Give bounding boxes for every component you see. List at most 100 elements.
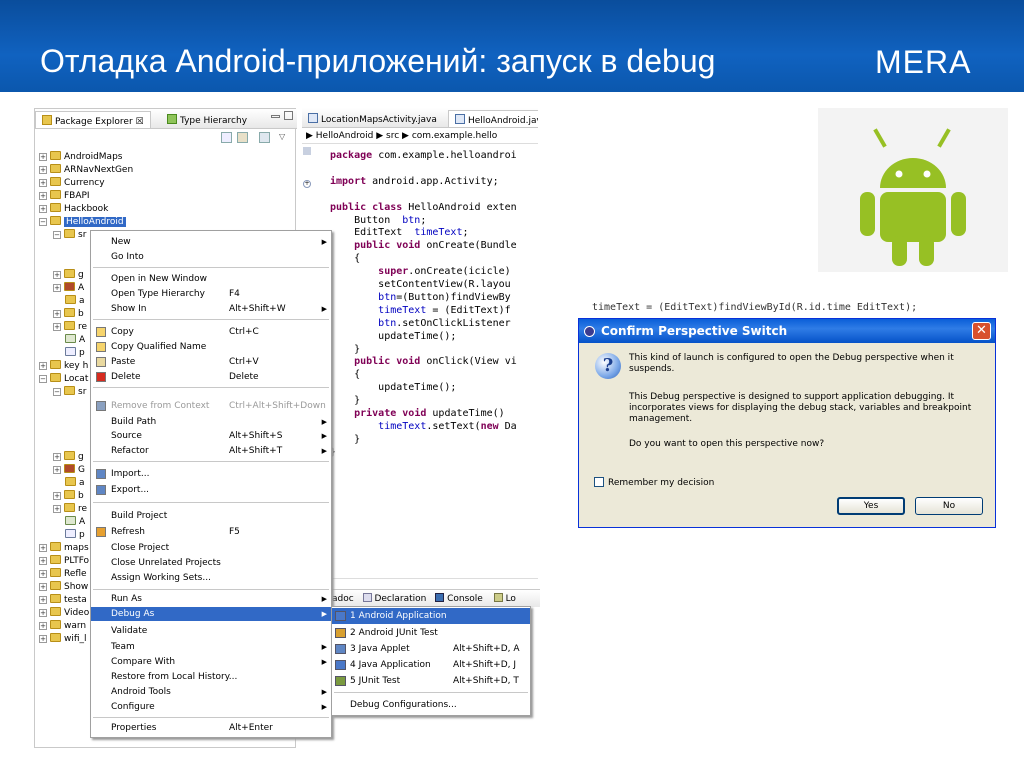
expand-icon[interactable]: +	[39, 557, 47, 565]
menu-item-remove-from-context[interactable]: Remove from Context Ctrl+Alt+Shift+Down	[91, 399, 331, 413]
collapse-icon[interactable]: −	[39, 375, 47, 383]
collapse-all-icon[interactable]	[221, 132, 232, 143]
debug-as-item-3-java-applet[interactable]: 3 Java Applet Alt+Shift+D, A	[332, 641, 530, 657]
menu-item-refactor[interactable]: Refactor Alt+Shift+T ▶	[91, 444, 331, 458]
menu-item-restore-from-local-history[interactable]: Restore from Local History...	[91, 670, 331, 684]
close-icon[interactable]: ✕	[972, 322, 991, 340]
expand-icon[interactable]: +	[39, 166, 47, 174]
tree-item[interactable]: + re	[53, 503, 87, 515]
debug-as-item-2-android-junit-test[interactable]: 2 Android JUnit Test	[332, 625, 530, 641]
code-area[interactable]: package com.example.helloandroi import an…	[302, 145, 538, 505]
tree-item[interactable]: a	[65, 295, 85, 307]
close-icon[interactable]: ☒	[136, 117, 144, 127]
collapse-icon[interactable]: −	[39, 218, 47, 226]
tree-item[interactable]: + g	[53, 269, 84, 281]
tree-item[interactable]: + Video	[39, 607, 89, 619]
tree-item[interactable]: + A	[53, 282, 84, 294]
menu-item-delete[interactable]: Delete Delete	[91, 370, 331, 384]
menu-item-copy-qualified-name[interactable]: Copy Qualified Name	[91, 340, 331, 354]
tree-item[interactable]: + warn	[39, 620, 86, 632]
menu-item-source[interactable]: Source Alt+Shift+S ▶	[91, 429, 331, 443]
menu-item-new[interactable]: New ▶	[91, 235, 331, 249]
checkbox-box[interactable]	[594, 477, 604, 487]
menu-item-refresh[interactable]: Refresh F5	[91, 525, 331, 539]
tab-package-explorer[interactable]: Package Explorer ☒	[35, 111, 151, 128]
tab-type-hierarchy[interactable]: Type Hierarchy	[161, 111, 253, 128]
expand-icon[interactable]: +	[39, 179, 47, 187]
expand-icon[interactable]: +	[53, 466, 61, 474]
view-menu-icon[interactable]	[259, 132, 270, 143]
expand-icon[interactable]: +	[53, 323, 61, 331]
tree-item[interactable]: + maps	[39, 542, 89, 554]
tree-item[interactable]: + g	[53, 451, 84, 463]
tree-item[interactable]: + ARNavNextGen	[39, 164, 133, 176]
menu-item-import[interactable]: Import...	[91, 467, 331, 481]
menu-item-open-type-hierarchy[interactable]: Open Type Hierarchy F4	[91, 287, 331, 301]
tree-item[interactable]: + re	[53, 321, 87, 333]
menu-item-build-project[interactable]: Build Project	[91, 509, 331, 523]
collapse-icon[interactable]: −	[53, 388, 61, 396]
tab-logcat[interactable]: Lo	[506, 594, 516, 604]
debug-as-item-5-junit-test[interactable]: 5 JUnit Test Alt+Shift+D, T	[332, 673, 530, 689]
tree-item[interactable]: + Currency	[39, 177, 105, 189]
tab-location-maps-activity[interactable]: LocationMapsActivity.java	[302, 110, 443, 127]
menu-item-go-into[interactable]: Go Into	[91, 250, 331, 264]
breadcrumb[interactable]: ▶ HelloAndroid ▶ src ▶ com.example.hello	[302, 128, 538, 144]
menu-item-build-path[interactable]: Build Path ▶	[91, 415, 331, 429]
tab-declaration[interactable]: Declaration	[374, 594, 426, 604]
tree-item[interactable]: + Hackbook	[39, 203, 108, 215]
menu-item-open-in-new-window[interactable]: Open in New Window	[91, 272, 331, 286]
tree-item[interactable]: + key h	[39, 360, 88, 372]
expand-icon[interactable]: +	[39, 635, 47, 643]
menu-item-validate[interactable]: Validate	[91, 624, 331, 638]
expand-icon[interactable]: +	[39, 583, 47, 591]
tree-item[interactable]: − Locat	[39, 373, 88, 385]
expand-icon[interactable]: +	[39, 596, 47, 604]
menu-item-paste[interactable]: Paste Ctrl+V	[91, 355, 331, 369]
expand-icon[interactable]: +	[39, 205, 47, 213]
tab-hello-android[interactable]: HelloAndroid.java	[448, 110, 538, 127]
menu-item-properties[interactable]: Properties Alt+Enter	[91, 721, 331, 735]
expand-icon[interactable]: +	[53, 310, 61, 318]
tree-item[interactable]: + Show	[39, 581, 88, 593]
link-editor-icon[interactable]	[237, 132, 248, 143]
tree-item[interactable]: − sr	[53, 229, 86, 241]
menu-item-debug-as[interactable]: Debug As ▶	[91, 607, 331, 621]
tree-item[interactable]: A	[65, 516, 85, 528]
expand-icon[interactable]: +	[39, 622, 47, 630]
collapse-icon[interactable]: −	[53, 231, 61, 239]
menu-item-configure[interactable]: Configure ▶	[91, 700, 331, 714]
debug-as-item-debug-configurations[interactable]: Debug Configurations...	[332, 697, 530, 713]
menu-item-android-tools[interactable]: Android Tools ▶	[91, 685, 331, 699]
expand-icon[interactable]: +	[39, 609, 47, 617]
dropdown-icon[interactable]: ▽	[279, 132, 290, 143]
menu-item-close-project[interactable]: Close Project	[91, 541, 331, 555]
tree-item[interactable]: p	[65, 347, 85, 359]
menu-item-copy[interactable]: Copy Ctrl+C	[91, 325, 331, 339]
remember-decision-checkbox[interactable]: Remember my decision	[594, 477, 714, 488]
expand-icon[interactable]: +	[53, 284, 61, 292]
tree-item[interactable]: + Refle	[39, 568, 87, 580]
tab-javadoc[interactable]: adoc	[332, 594, 354, 604]
menu-item-export[interactable]: Export...	[91, 483, 331, 497]
tree-item[interactable]: + G	[53, 464, 85, 476]
expand-icon[interactable]: +	[39, 362, 47, 370]
expand-icon[interactable]: +	[39, 153, 47, 161]
menu-item-assign-working-sets[interactable]: Assign Working Sets...	[91, 571, 331, 585]
tree-item[interactable]: + b	[53, 308, 84, 320]
tree-item[interactable]: + wifi_l	[39, 633, 87, 645]
tree-item[interactable]: + PLTFo	[39, 555, 89, 567]
menu-item-compare-with[interactable]: Compare With ▶	[91, 655, 331, 669]
expand-icon[interactable]: +	[53, 492, 61, 500]
expand-icon[interactable]: +	[39, 192, 47, 200]
tree-item[interactable]: + b	[53, 490, 84, 502]
yes-button[interactable]: Yes	[837, 497, 905, 515]
minimize-icon[interactable]	[271, 115, 280, 118]
tree-item[interactable]: + testa	[39, 594, 87, 606]
expand-icon[interactable]: +	[53, 271, 61, 279]
maximize-icon[interactable]	[284, 111, 293, 120]
expand-icon[interactable]: +	[53, 453, 61, 461]
no-button[interactable]: No	[915, 497, 983, 515]
expand-icon[interactable]: +	[53, 505, 61, 513]
debug-as-item-4-java-application[interactable]: 4 Java Application Alt+Shift+D, J	[332, 657, 530, 673]
